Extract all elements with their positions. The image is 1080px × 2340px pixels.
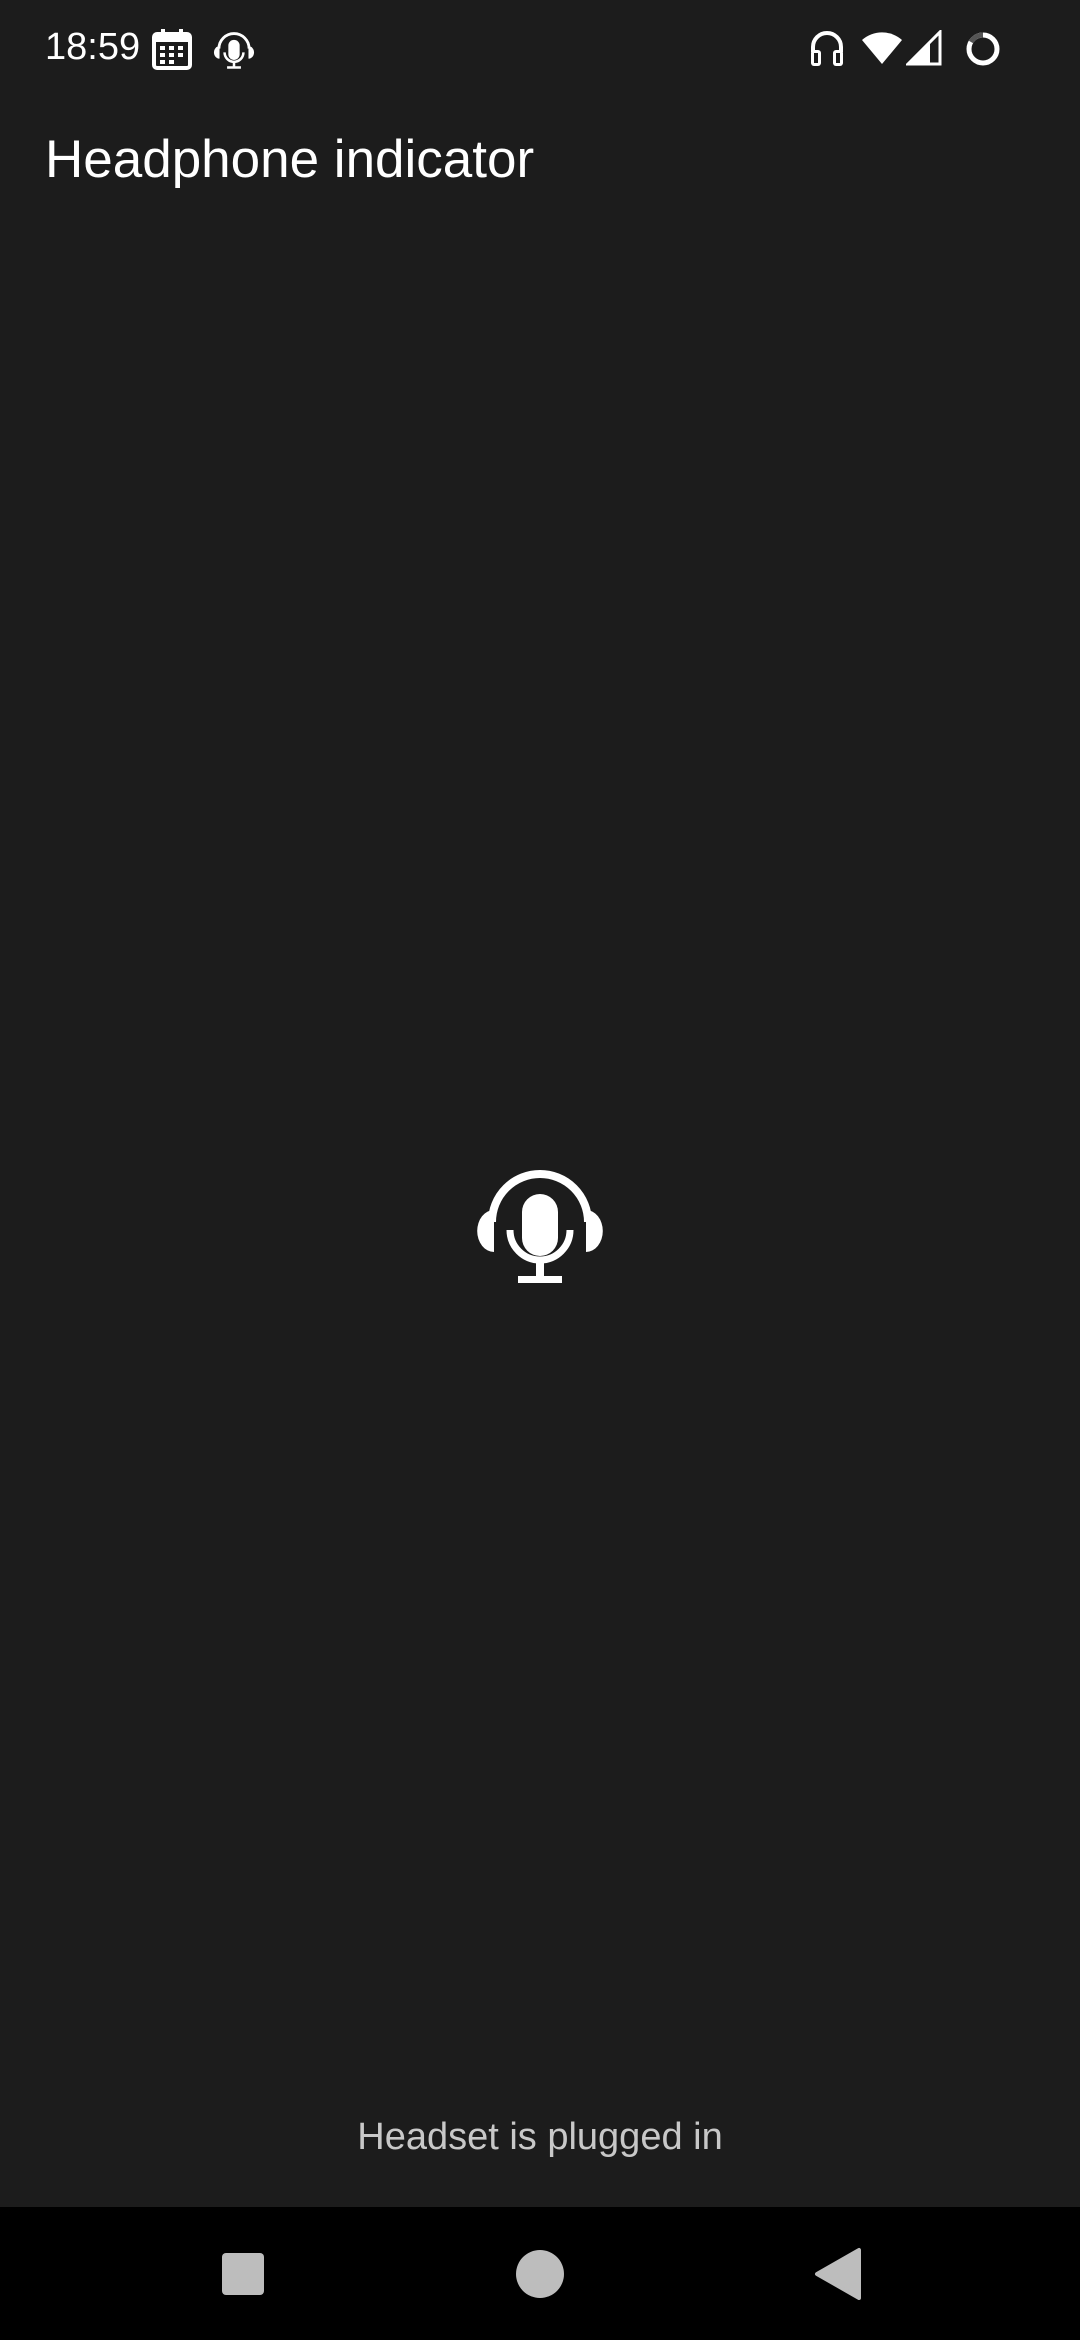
battery-ring-icon — [964, 30, 1002, 68]
cellular-signal-icon — [906, 30, 944, 66]
headset-status-message: Headset is plugged in — [357, 2116, 723, 2158]
back-button[interactable] — [758, 2207, 918, 2340]
app-screen: 18:59 Headphone indicator Headset is plu… — [0, 0, 1080, 2340]
headphones-icon — [808, 28, 846, 68]
status-bar: 18:59 — [0, 0, 1080, 96]
page-title: Headphone indicator — [45, 130, 535, 189]
recents-square-icon — [222, 2253, 264, 2295]
home-circle-icon — [516, 2250, 564, 2298]
wifi-icon — [862, 30, 902, 66]
recents-button[interactable] — [163, 2207, 323, 2340]
status-time: 18:59 — [45, 26, 141, 68]
headset-mic-icon — [212, 26, 256, 70]
headset-mic-icon — [470, 1150, 610, 1290]
calendar-icon — [152, 28, 192, 70]
navigation-bar — [0, 2207, 1080, 2340]
home-button[interactable] — [460, 2207, 620, 2340]
back-triangle-icon — [815, 2248, 861, 2300]
